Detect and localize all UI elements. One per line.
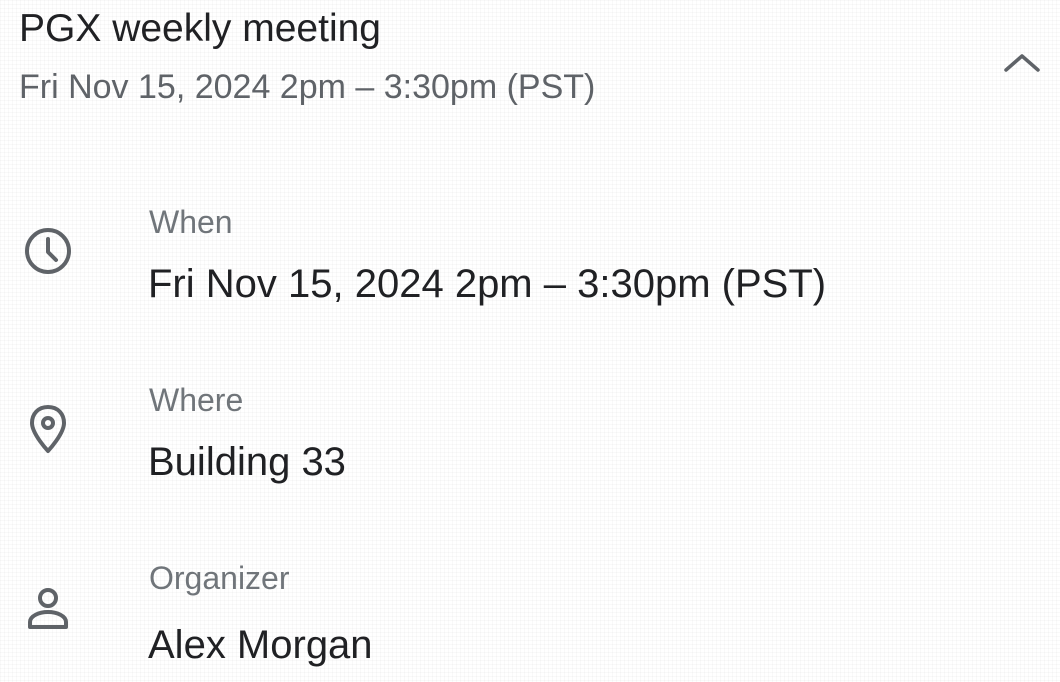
organizer-row: Organizer Alex Morgan — [0, 551, 1060, 681]
collapse-button[interactable] — [996, 40, 1048, 84]
when-row: When Fri Nov 15, 2024 2pm – 3:30pm (PST) — [0, 195, 1060, 325]
where-label: Where — [149, 382, 244, 418]
chevron-up-icon — [1004, 54, 1040, 72]
organizer-label: Organizer — [149, 560, 290, 596]
where-row: Where Building 33 — [0, 373, 1060, 503]
when-value: Fri Nov 15, 2024 2pm – 3:30pm (PST) — [148, 262, 827, 306]
person-icon — [22, 583, 74, 635]
event-header[interactable]: PGX weekly meeting Fri Nov 15, 2024 2pm … — [0, 0, 1060, 130]
organizer-value[interactable]: Alex Morgan — [148, 621, 373, 669]
event-details-card: PGX weekly meeting Fri Nov 15, 2024 2pm … — [0, 0, 1060, 682]
location-pin-icon — [22, 403, 74, 455]
where-value[interactable]: Building 33 — [148, 438, 346, 486]
clock-icon — [22, 225, 74, 277]
event-datetime-summary: Fri Nov 15, 2024 2pm – 3:30pm (PST) — [19, 68, 596, 106]
event-title: PGX weekly meeting — [19, 7, 381, 50]
when-label: When — [149, 204, 233, 240]
